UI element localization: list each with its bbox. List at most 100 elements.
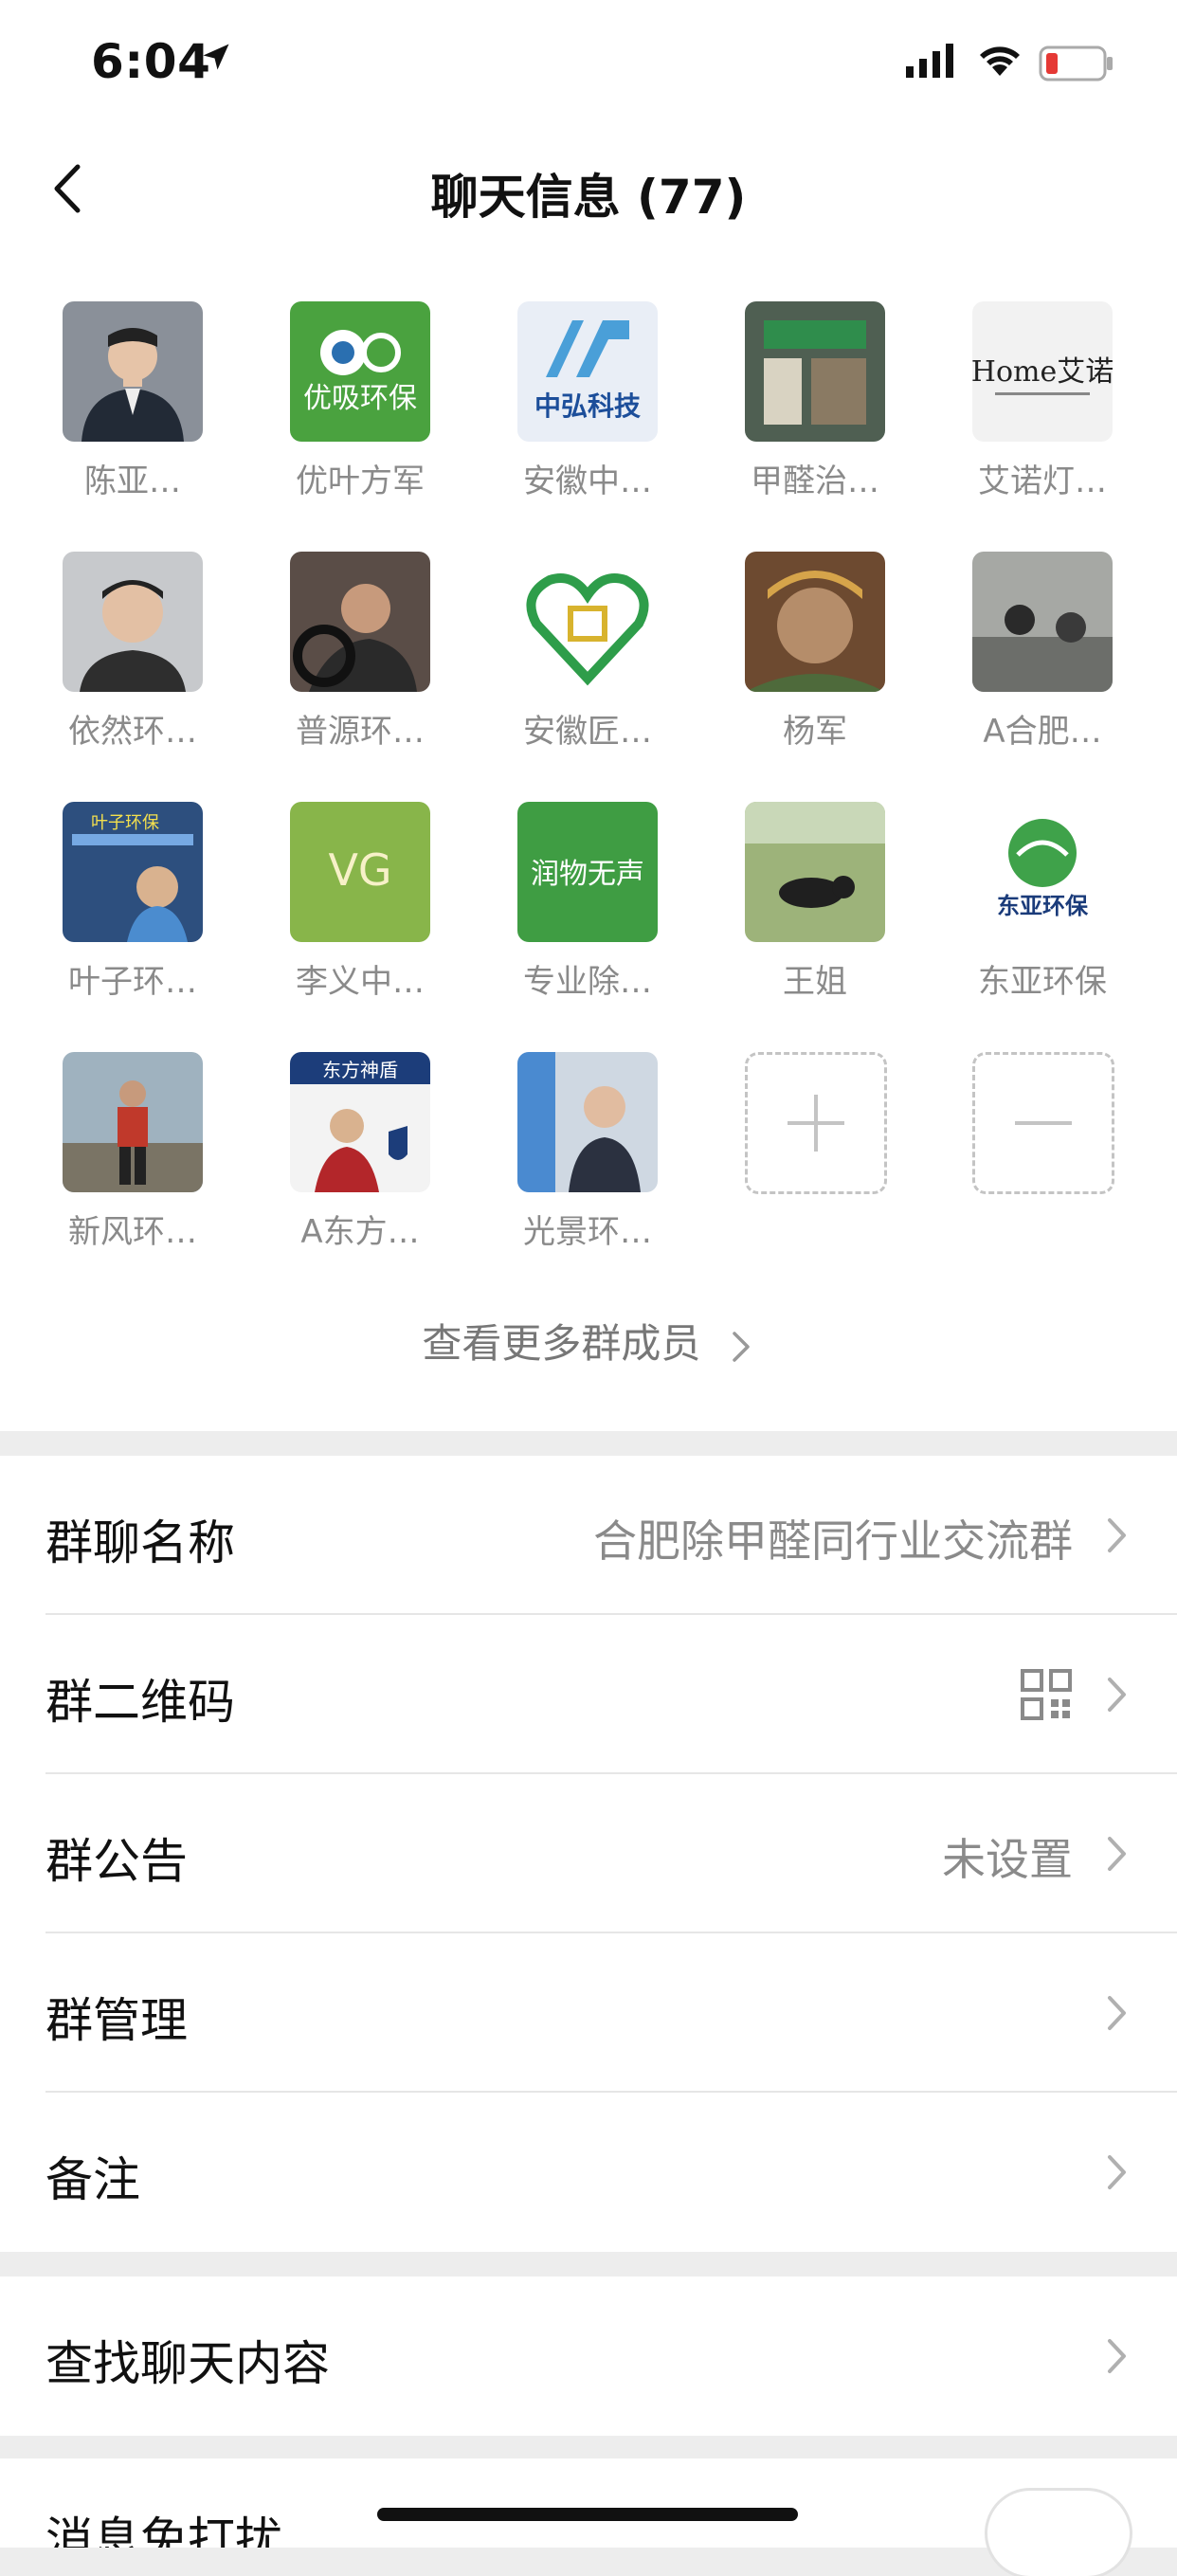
row-label: 群管理 bbox=[45, 1993, 188, 2048]
avatar: 叶子环保 bbox=[63, 802, 203, 942]
member-name: 东亚环保 bbox=[978, 963, 1107, 1001]
status-time: 6:04 bbox=[91, 34, 211, 89]
minus-icon bbox=[1015, 1121, 1072, 1125]
chevron-right-icon bbox=[1108, 1996, 1126, 2030]
remove-member-button[interactable] bbox=[972, 1052, 1114, 1194]
member-item[interactable]: 叶子环保 叶子环… bbox=[19, 751, 246, 1001]
member-item[interactable]: 依然环… bbox=[19, 500, 246, 751]
row-value: 合肥除甲醛同行业交流群 bbox=[593, 1515, 1073, 1567]
member-name: A东方… bbox=[300, 1213, 420, 1251]
member-item[interactable]: 普源环… bbox=[246, 500, 474, 751]
battery-icon bbox=[1039, 45, 1113, 82]
see-more-members-link[interactable]: 查看更多群成员 bbox=[0, 1312, 1177, 1370]
group-name-row[interactable]: 群聊名称 合肥除甲醛同行业交流群 bbox=[0, 1456, 1177, 1615]
row-label: 群聊名称 bbox=[45, 1515, 235, 1570]
avatar: 润物无声 bbox=[517, 802, 658, 942]
logo-text: 东亚环保 bbox=[997, 893, 1089, 919]
member-name: 安徽中… bbox=[523, 463, 652, 500]
row-label: 备注 bbox=[45, 2152, 140, 2207]
avatar bbox=[745, 301, 885, 442]
chevron-right-icon bbox=[732, 1331, 750, 1362]
logo-text: 优吸环保 bbox=[303, 382, 417, 415]
member-item[interactable]: 东方神盾 A东方… bbox=[246, 1001, 474, 1251]
member-name: 陈亚… bbox=[84, 463, 181, 500]
avatar: Home艾诺 bbox=[972, 301, 1113, 442]
logo-text: VG bbox=[328, 844, 391, 896]
avatar: 中弘科技 bbox=[517, 301, 658, 442]
chevron-right-icon bbox=[1108, 2155, 1126, 2189]
page-title: 聊天信息 (77) bbox=[430, 170, 747, 225]
avatar: 东亚环保 bbox=[972, 802, 1113, 942]
member-item[interactable]: Home艾诺 艾诺灯… bbox=[929, 250, 1156, 500]
group-manage-row[interactable]: 群管理 bbox=[0, 1933, 1177, 2093]
remove-member-item[interactable] bbox=[929, 1001, 1156, 1219]
member-item[interactable]: 陈亚… bbox=[19, 250, 246, 500]
chevron-right-icon bbox=[1108, 1837, 1126, 1871]
member-name: 王姐 bbox=[783, 963, 847, 1001]
group-qrcode-row[interactable]: 群二维码 bbox=[0, 1615, 1177, 1774]
member-name: 优叶方军 bbox=[296, 463, 425, 500]
chevron-right-icon bbox=[1108, 1678, 1126, 1712]
nav-bar: 聊天信息 (77) bbox=[0, 127, 1177, 250]
group-notice-row[interactable]: 群公告 未设置 bbox=[0, 1774, 1177, 1933]
avatar bbox=[745, 802, 885, 942]
member-item[interactable]: 新风环… bbox=[19, 1001, 246, 1251]
member-name: 依然环… bbox=[68, 713, 197, 751]
row-label: 消息免打扰 bbox=[45, 2513, 282, 2548]
member-name: 杨军 bbox=[783, 713, 847, 751]
avatar bbox=[290, 552, 430, 692]
avatar bbox=[972, 552, 1113, 692]
member-item[interactable]: A合肥… bbox=[929, 500, 1156, 751]
member-name: 普源环… bbox=[296, 713, 425, 751]
logo-text: 中弘科技 bbox=[534, 390, 641, 422]
plus-icon bbox=[788, 1095, 844, 1152]
avatar bbox=[63, 301, 203, 442]
status-bar: 6:04 bbox=[0, 0, 1177, 127]
mute-toggle[interactable] bbox=[987, 2491, 1130, 2576]
member-item[interactable]: 优吸环保 优叶方军 bbox=[246, 250, 474, 500]
avatar bbox=[745, 552, 885, 692]
member-item[interactable]: 杨军 bbox=[701, 500, 929, 751]
member-grid: 陈亚… 优吸环保 优叶方军 中弘科技 安徽中… 甲醛治… Home艾诺 艾诺灯…… bbox=[0, 250, 1177, 1431]
member-item[interactable]: 安徽匠… bbox=[474, 500, 701, 751]
avatar bbox=[517, 552, 658, 692]
member-item[interactable]: VG 李义中… bbox=[246, 751, 474, 1001]
member-item[interactable]: 东亚环保 东亚环保 bbox=[929, 751, 1156, 1001]
avatar: 优吸环保 bbox=[290, 301, 430, 442]
chevron-right-icon bbox=[1108, 2339, 1126, 2373]
logo-text: 润物无声 bbox=[531, 858, 644, 891]
avatar: 东方神盾 bbox=[290, 1052, 430, 1192]
add-member-button[interactable] bbox=[745, 1052, 887, 1194]
avatar bbox=[63, 1052, 203, 1192]
home-indicator bbox=[377, 2508, 798, 2521]
remark-row[interactable]: 备注 bbox=[0, 2093, 1177, 2252]
add-member-item[interactable] bbox=[701, 1001, 929, 1219]
location-arrow-icon bbox=[203, 44, 229, 70]
member-item[interactable]: 润物无声 专业除… bbox=[474, 751, 701, 1001]
see-more-label: 查看更多群成员 bbox=[422, 1320, 701, 1367]
member-item[interactable]: 光景环… bbox=[474, 1001, 701, 1251]
wifi-icon bbox=[980, 46, 1020, 76]
logo-text: 东方神盾 bbox=[322, 1059, 398, 1081]
row-label: 群二维码 bbox=[45, 1675, 235, 1730]
member-name: 安徽匠… bbox=[523, 713, 652, 751]
member-name: 专业除… bbox=[523, 963, 652, 1001]
settings-group-info: 群聊名称 合肥除甲醛同行业交流群 群二维码 群公告 未设置 群管理 备注 bbox=[0, 1456, 1177, 2252]
member-item[interactable]: 甲醛治… bbox=[701, 250, 929, 500]
avatar: VG bbox=[290, 802, 430, 942]
avatar bbox=[63, 552, 203, 692]
qr-code-icon bbox=[1021, 1669, 1072, 1720]
logo-text: Home艾诺 bbox=[972, 355, 1113, 389]
avatar bbox=[517, 1052, 658, 1192]
member-name: 叶子环… bbox=[68, 963, 197, 1001]
member-item[interactable]: 中弘科技 安徽中… bbox=[474, 250, 701, 500]
row-label: 查找聊天内容 bbox=[45, 2336, 330, 2391]
settings-group-search: 查找聊天内容 bbox=[0, 2277, 1177, 2436]
search-chat-row[interactable]: 查找聊天内容 bbox=[0, 2277, 1177, 2436]
member-name: A合肥… bbox=[983, 713, 1102, 751]
member-name: 艾诺灯… bbox=[978, 463, 1107, 500]
member-item[interactable]: 王姐 bbox=[701, 751, 929, 1001]
signal-icon bbox=[906, 44, 953, 78]
member-name: 新风环… bbox=[68, 1213, 197, 1251]
member-name: 光景环… bbox=[523, 1213, 652, 1251]
